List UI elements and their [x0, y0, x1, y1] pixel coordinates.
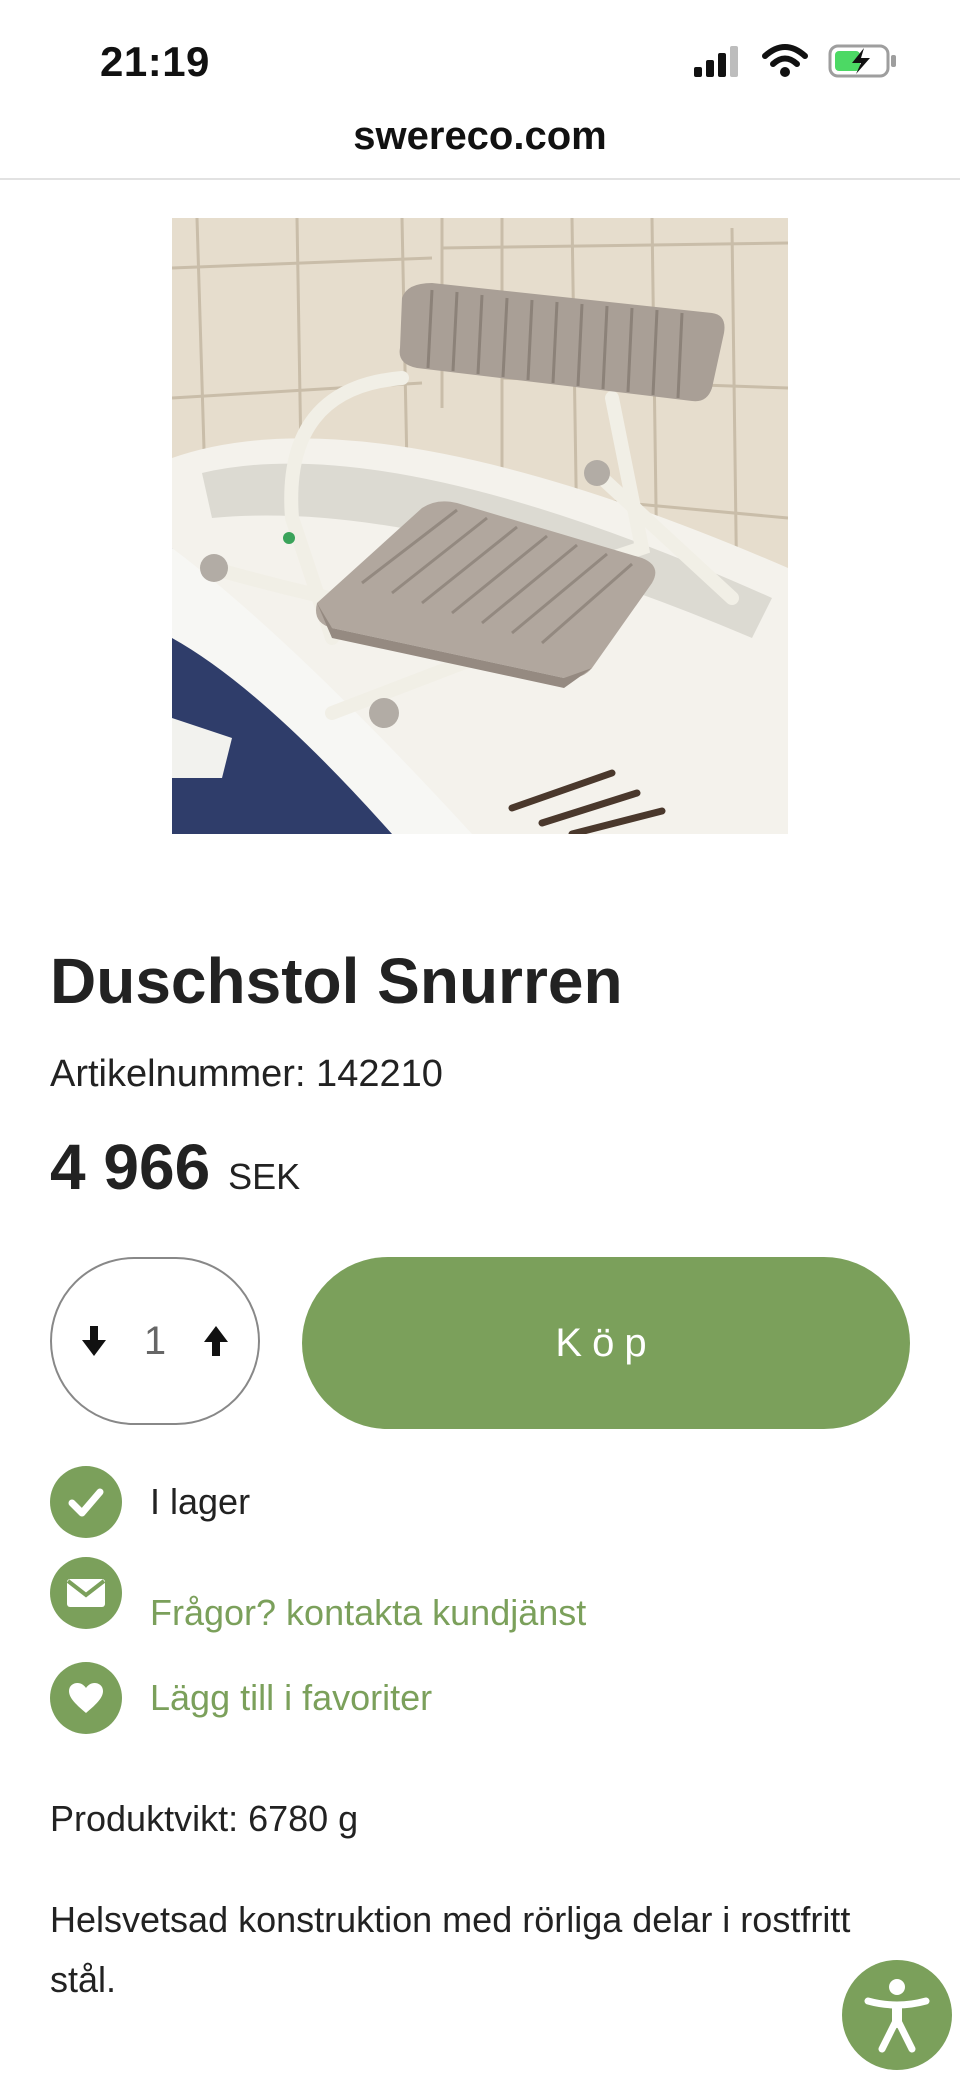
- wifi-icon: [762, 44, 808, 77]
- article-number: Artikelnummer: 142210: [50, 1053, 443, 1095]
- url-text: swereco.com: [353, 114, 607, 158]
- accessibility-icon: [864, 1979, 930, 2053]
- in-stock-label: I lager: [150, 1481, 251, 1522]
- arrow-down-icon: [82, 1326, 106, 1356]
- product-description: Helsvetsad konstruktion med rörliga dela…: [50, 1899, 851, 2000]
- price-amount: 4 966: [50, 1131, 211, 1203]
- product-weight: Produktvikt: 6780 g: [50, 1798, 359, 1839]
- quantity-stepper[interactable]: 1: [50, 1257, 260, 1425]
- arrow-up-icon: [204, 1326, 228, 1356]
- shower-chair-photo: [172, 218, 788, 834]
- product-image: [172, 218, 788, 834]
- buy-button[interactable]: Köp: [302, 1257, 910, 1429]
- add-to-favorites-label[interactable]: Lägg till i favoriter: [150, 1677, 432, 1719]
- signal-icon: [694, 46, 738, 77]
- checkmark-icon: [50, 1466, 122, 1538]
- envelope-icon: [50, 1557, 122, 1629]
- price-currency: SEK: [228, 1156, 301, 1197]
- quantity-value[interactable]: 1: [144, 1319, 166, 1364]
- status-bar: 21:19: [0, 0, 960, 120]
- heart-icon: [50, 1662, 122, 1734]
- add-to-favorites-link[interactable]: Lägg till i favoriter: [50, 1662, 432, 1734]
- product-title: Duschstol Snurren: [50, 945, 623, 1017]
- status-time: 21:19: [100, 38, 210, 85]
- buy-button-label: Köp: [555, 1320, 657, 1365]
- battery-charging-icon: [828, 44, 896, 78]
- contact-support-label[interactable]: Frågor? kontakta kundjänst: [150, 1592, 586, 1634]
- address-bar[interactable]: swereco.com: [0, 108, 960, 180]
- accessibility-button[interactable]: [842, 1960, 952, 2070]
- status-icons: [694, 44, 898, 78]
- contact-support-link[interactable]: Frågor? kontakta kundjänst: [50, 1552, 586, 1634]
- in-stock-indicator: I lager: [50, 1466, 250, 1538]
- price: 4 966 SEK: [50, 1130, 300, 1204]
- increase-quantity-button[interactable]: [196, 1321, 236, 1361]
- decrease-quantity-button[interactable]: [74, 1321, 114, 1361]
